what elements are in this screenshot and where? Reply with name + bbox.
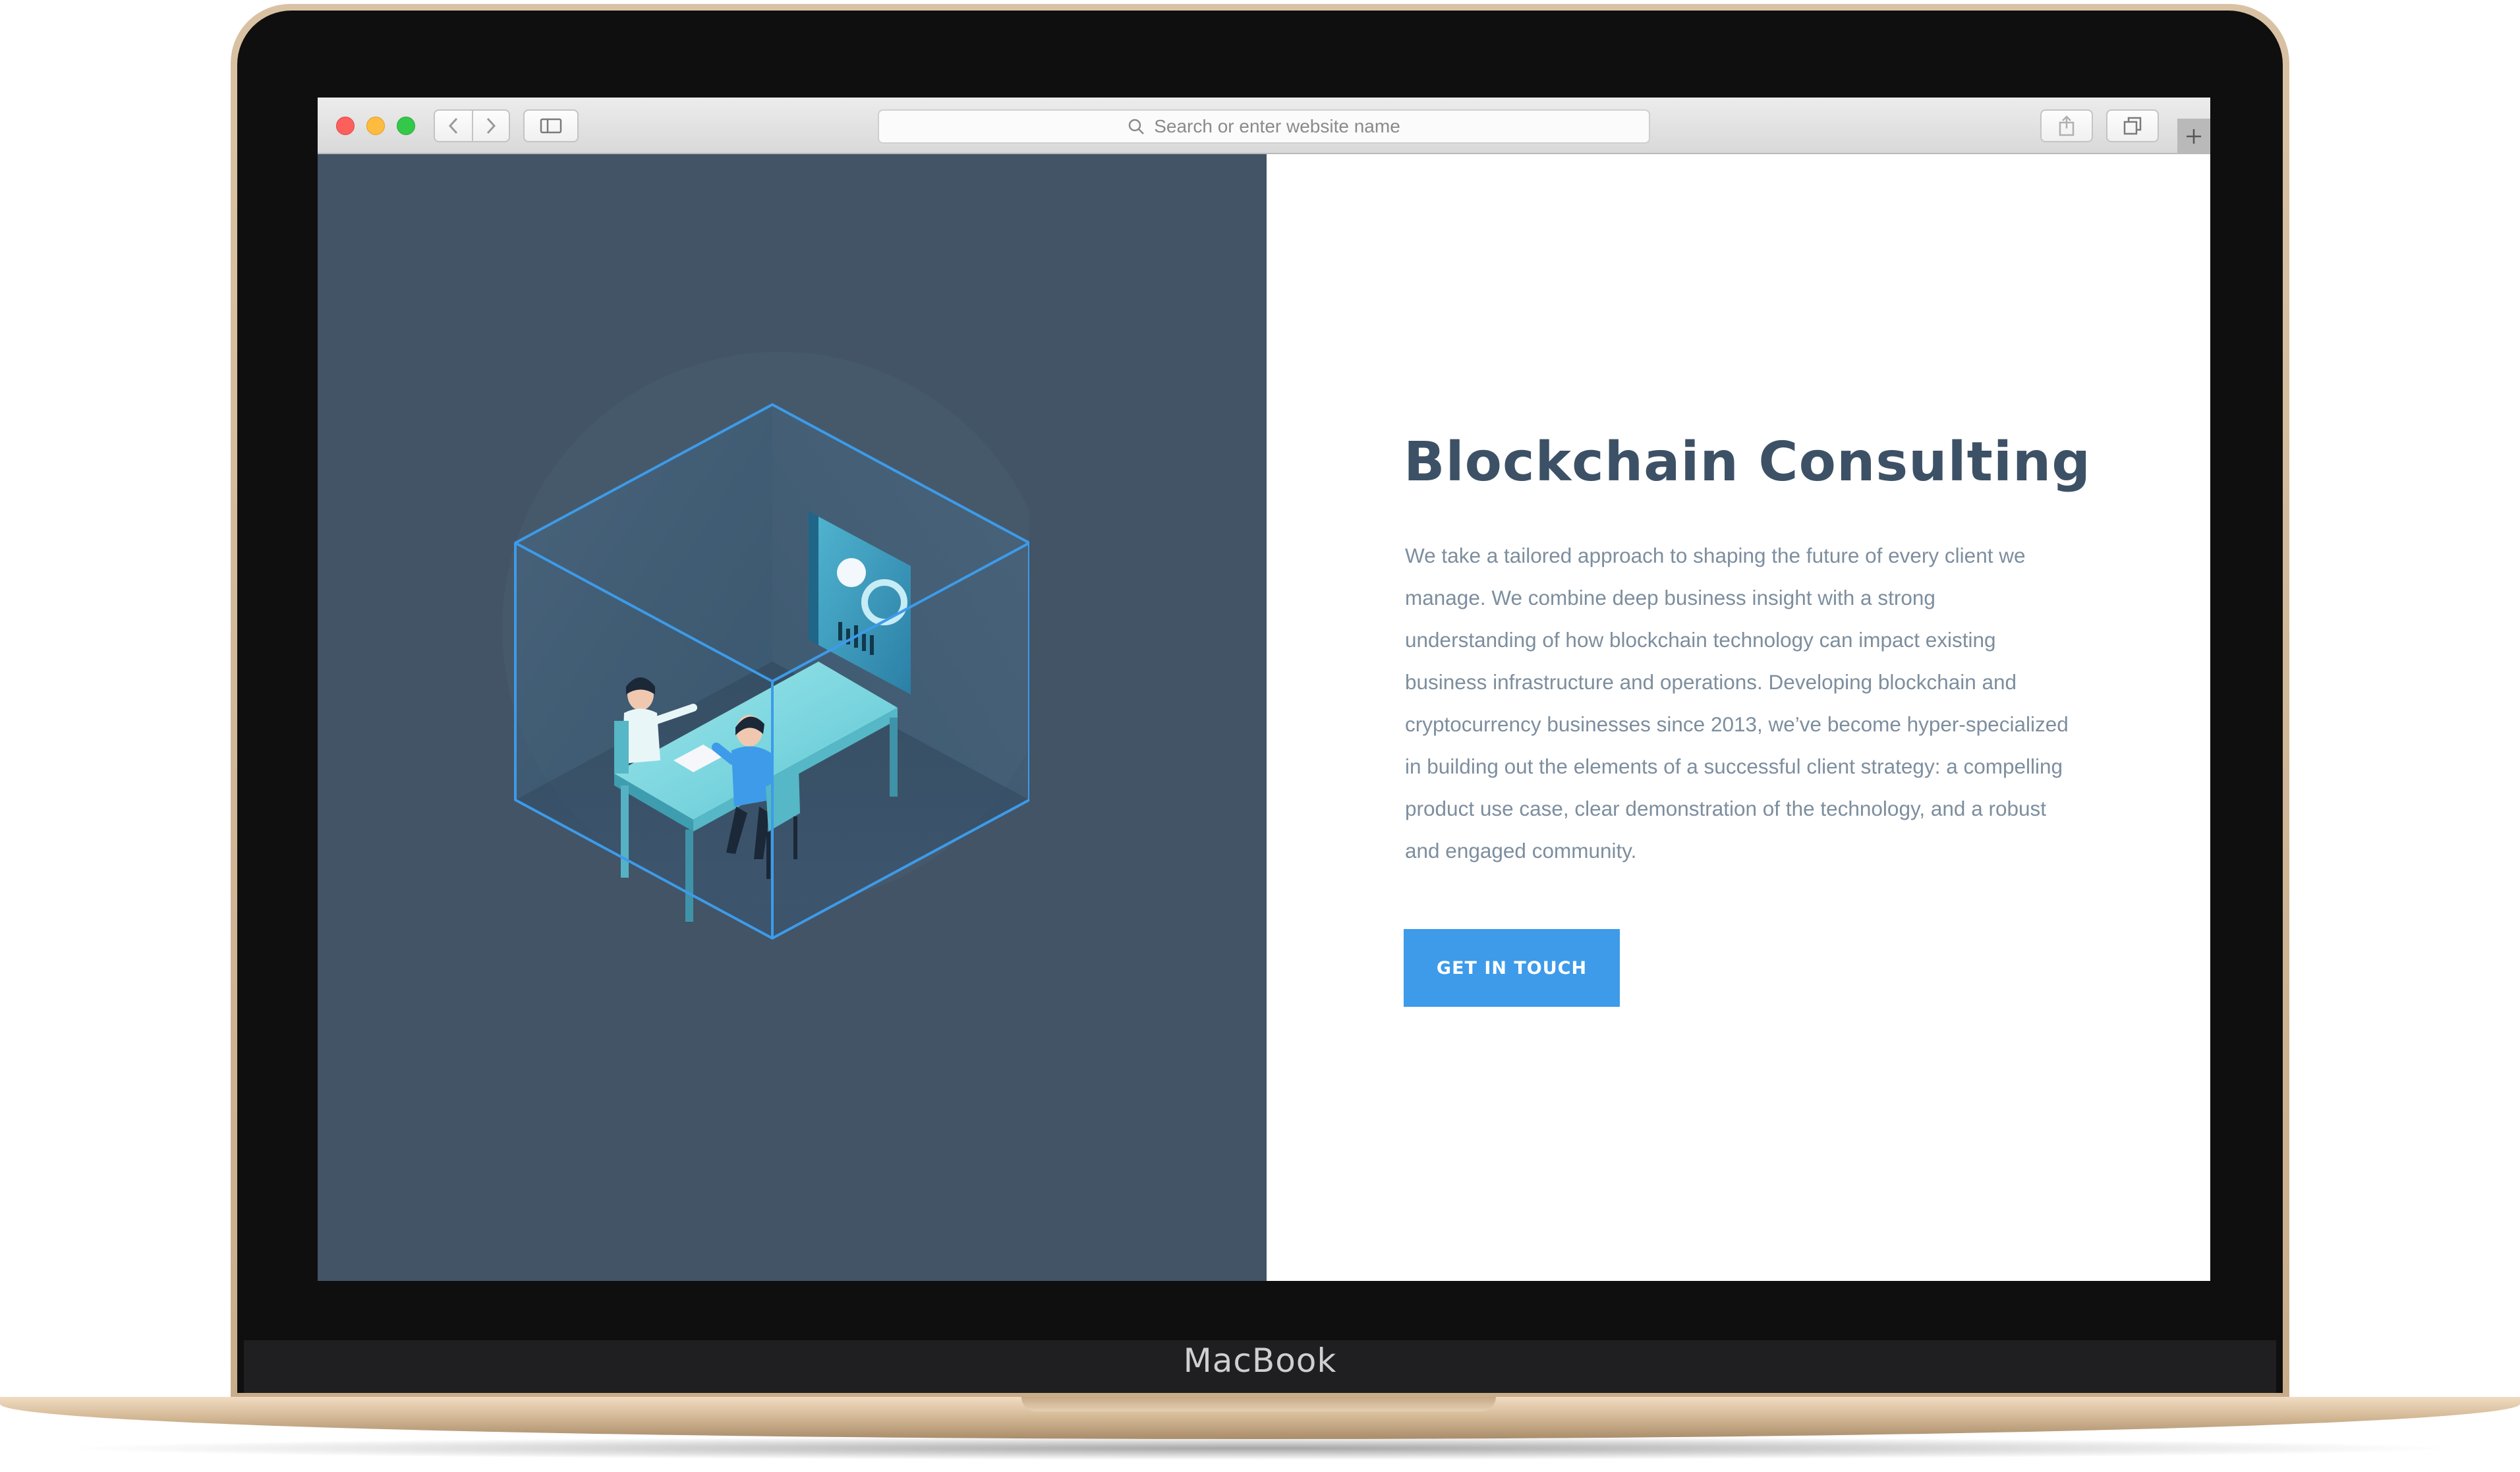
- browser-window: Search or enter website name Blockchain …: [318, 98, 2210, 1281]
- laptop-base-notch: [1021, 1397, 1496, 1411]
- share-icon: [2059, 115, 2075, 136]
- address-bar[interactable]: Search or enter website name: [878, 109, 1650, 144]
- address-placeholder: Search or enter website name: [1154, 116, 1400, 136]
- tabs-overview-button[interactable]: [2106, 109, 2159, 142]
- close-dot-icon[interactable]: [336, 117, 355, 135]
- macbook-label: MacBook: [1183, 1342, 1337, 1380]
- description-paragraph: We take a tailored approach to shaping t…: [1405, 544, 2069, 863]
- navigation-buttons: [434, 109, 510, 142]
- page-title: Blockchain Consulting: [1404, 431, 2091, 494]
- content-panel: Blockchain Consulting We take a tailored…: [1267, 154, 2210, 1281]
- laptop-shadow: [53, 1436, 2467, 1460]
- sidebar-icon: [540, 118, 562, 134]
- chevron-left-icon: [448, 117, 458, 134]
- zoom-dot-icon[interactable]: [397, 117, 415, 135]
- isometric-consulting-office-illustration: [502, 352, 1029, 940]
- back-button[interactable]: [435, 111, 472, 141]
- get-in-touch-button[interactable]: GET IN TOUCH: [1404, 929, 1620, 1007]
- browser-toolbar: Search or enter website name: [318, 98, 2210, 154]
- share-button[interactable]: [2040, 109, 2093, 142]
- minimize-dot-icon[interactable]: [366, 117, 385, 135]
- new-tab-button[interactable]: [2177, 119, 2210, 154]
- chevron-right-icon: [486, 117, 496, 134]
- forward-button[interactable]: [472, 111, 509, 141]
- search-icon: [1128, 119, 1145, 134]
- laptop-mockup: MacBook Search or enter website name Blo…: [0, 0, 2520, 1472]
- illustration-panel: [318, 154, 1267, 1281]
- web-page: Blockchain Consulting We take a tailored…: [318, 154, 2210, 1281]
- plus-icon: [2187, 129, 2201, 144]
- tabs-overview-icon: [2123, 117, 2142, 135]
- sidebar-button[interactable]: [523, 109, 579, 142]
